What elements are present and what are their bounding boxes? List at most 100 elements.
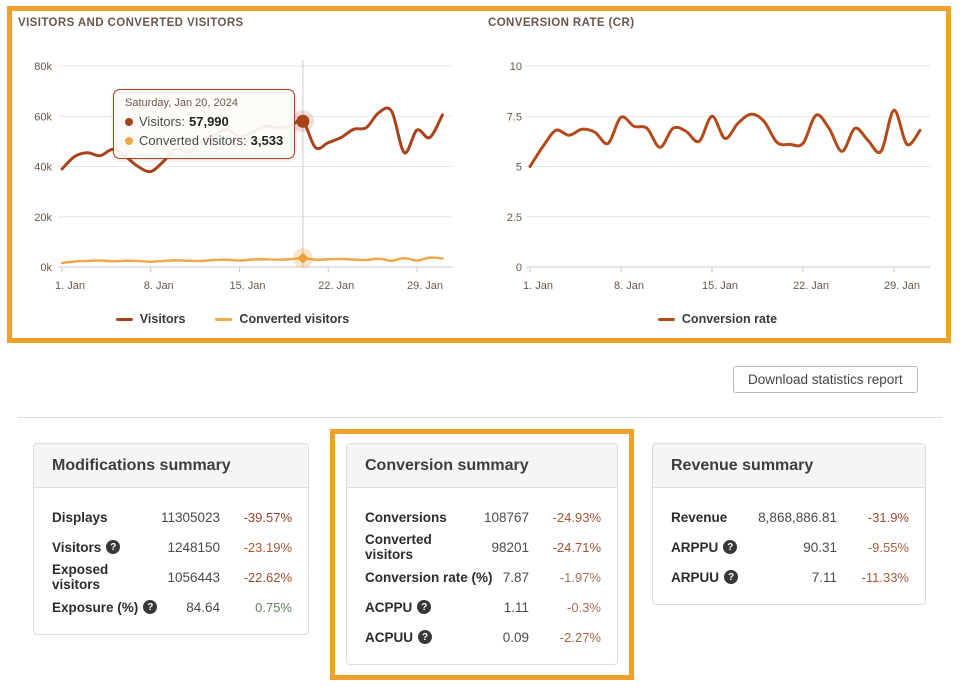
metric-delta: -0.3%	[537, 600, 601, 615]
tooltip-visitors-value: 57,990	[189, 112, 229, 131]
metric-label-text: Conversions	[365, 510, 447, 525]
x-axis-tick-label: 22. Jan	[793, 280, 829, 292]
metric-label-text: ACPPU	[365, 600, 412, 615]
legend-item-conversion-rate[interactable]: Conversion rate	[658, 312, 777, 326]
x-axis-tick-label: 29. Jan	[407, 280, 443, 292]
legend-line-icon	[116, 318, 133, 321]
help-icon[interactable]: ?	[418, 630, 432, 644]
metric-label: ACPPU?	[365, 600, 496, 615]
conversion-rate-chart-legend: Conversion rate	[480, 312, 955, 326]
y-axis-tick-label: 7.5	[507, 111, 522, 123]
visitors-chart[interactable]: 0k20k40k60k80k1. Jan8. Jan15. Jan22. Jan…	[0, 50, 465, 300]
conversion-rate-chart-title: CONVERSION RATE (CR)	[488, 17, 634, 29]
metric-label: Exposed visitors	[52, 562, 159, 592]
dashboard: VISITORS AND CONVERTED VISITORS CONVERSI…	[0, 0, 960, 693]
y-axis-tick-label: 40k	[34, 162, 52, 174]
visitors-bullet-icon	[125, 118, 133, 126]
metric-row: ARPPU? 90.31 -9.55%	[671, 532, 909, 562]
metric-value: 8,868,886.81	[758, 510, 837, 525]
visitors-chart-title: VISITORS AND CONVERTED VISITORS	[18, 17, 244, 29]
metric-label-text: ARPPU	[671, 540, 718, 555]
card-header: Revenue summary	[653, 444, 925, 488]
metric-value: 98201	[491, 540, 529, 555]
metric-row: ARPUU? 7.11 -11.33%	[671, 562, 909, 592]
legend-item-converted-visitors[interactable]: Converted visitors	[215, 312, 349, 326]
x-axis-tick-label: 1. Jan	[55, 280, 85, 292]
metric-label: Revenue	[671, 510, 750, 525]
x-axis-tick-label: 8. Jan	[144, 280, 174, 292]
metric-row: Exposed visitors1056443-22.62%	[52, 562, 292, 592]
metric-label-text: ARPUU	[671, 570, 719, 585]
metric-label-text: Displays	[52, 510, 108, 525]
y-axis-tick-label: 60k	[34, 111, 52, 123]
x-axis-tick-label: 15. Jan	[229, 280, 265, 292]
y-axis-tick-label: 2.5	[507, 212, 522, 224]
metric-delta: -11.33%	[845, 570, 909, 585]
metric-label-text: ACPUU	[365, 630, 413, 645]
metric-value: 1.11	[504, 600, 529, 615]
tooltip-converted-value: 3,533	[251, 131, 284, 150]
y-axis-tick-label: 20k	[34, 212, 52, 224]
converted-visitors-bullet-icon	[125, 137, 133, 145]
metric-value: 1056443	[167, 570, 220, 585]
conversion-summary-title: Conversion summary	[365, 457, 599, 475]
metric-delta: -31.9%	[845, 510, 909, 525]
metric-value: 7.11	[812, 570, 837, 585]
help-icon[interactable]: ?	[106, 540, 120, 554]
y-axis-tick-label: 0k	[40, 262, 52, 274]
series-line-converted-visitors	[62, 258, 442, 263]
chart-tooltip: Saturday, Jan 20, 2024 Visitors: 57,990 …	[113, 89, 295, 159]
metric-label: Converted visitors	[365, 532, 483, 562]
metric-delta: -39.57%	[228, 510, 292, 525]
y-axis-tick-label: 10	[510, 61, 522, 73]
help-icon[interactable]: ?	[723, 540, 737, 554]
tooltip-row-converted: Converted visitors: 3,533	[125, 131, 283, 150]
metric-row: Displays 11305023 -39.57%	[52, 502, 292, 532]
metric-label-text: Exposed visitors	[52, 562, 159, 592]
section-divider	[18, 417, 942, 418]
metric-delta: -9.55%	[845, 540, 909, 555]
metric-label: Conversion rate (%)	[365, 570, 495, 585]
metric-row: ACPPU? 1.11 -0.3%	[365, 592, 601, 622]
y-axis-tick-label: 5	[516, 162, 522, 174]
help-icon[interactable]: ?	[417, 600, 431, 614]
metric-row: Converted visitors 98201 -24.71%	[365, 532, 601, 562]
metric-label-text: Visitors	[52, 540, 101, 555]
metric-label-text: Exposure (%)	[52, 600, 138, 615]
tooltip-date: Saturday, Jan 20, 2024	[125, 97, 283, 109]
metric-delta: -1.97%	[537, 570, 601, 585]
metric-delta: -23.19%	[228, 540, 292, 555]
visitors-point-marker[interactable]	[296, 115, 309, 128]
metric-label: ARPPU?	[671, 540, 795, 555]
metric-row: Conversion rate (%) 7.87 -1.97%	[365, 562, 601, 592]
card-header: Conversion summary	[347, 444, 617, 488]
revenue-summary-card: Revenue summary Revenue 8,868,886.81 -31.9…	[652, 443, 926, 605]
metric-delta: -24.71%	[537, 540, 601, 555]
metric-label-text: Converted visitors	[365, 532, 483, 562]
metric-label: Conversions	[365, 510, 476, 525]
x-axis-tick-label: 1. Jan	[523, 280, 553, 292]
metric-label: ACPUU?	[365, 630, 495, 645]
legend-item-visitors[interactable]: Visitors	[116, 312, 186, 326]
tooltip-row-visitors: Visitors: 57,990	[125, 112, 283, 131]
metric-value: 90.31	[803, 540, 837, 555]
modifications-summary-card: Modifications summary Displays 11305023 -3…	[33, 443, 309, 635]
revenue-summary-title: Revenue summary	[671, 457, 907, 475]
metric-value: 7.87	[503, 570, 529, 585]
download-statistics-report-button[interactable]: Download statistics report	[733, 366, 918, 393]
conversion-rate-chart[interactable]: 02.557.5101. Jan8. Jan15. Jan22. Jan29. …	[480, 50, 955, 300]
metric-delta: -2.27%	[537, 630, 601, 645]
metric-value: 0.09	[503, 630, 529, 645]
legend-line-icon	[658, 318, 675, 321]
help-icon[interactable]: ?	[724, 570, 738, 584]
visitors-chart-legend: Visitors Converted visitors	[0, 312, 465, 326]
legend-label: Conversion rate	[682, 312, 777, 326]
x-axis-tick-label: 15. Jan	[702, 280, 738, 292]
metric-value: 11305023	[161, 510, 220, 525]
help-icon[interactable]: ?	[143, 600, 157, 614]
modifications-summary-title: Modifications summary	[52, 457, 290, 475]
metric-label: Visitors?	[52, 540, 159, 555]
metric-label: ARPUU?	[671, 570, 804, 585]
metric-value: 84.64	[186, 600, 220, 615]
card-body: Revenue 8,868,886.81 -31.9% ARPPU? 90.31 -9.5…	[653, 488, 925, 604]
